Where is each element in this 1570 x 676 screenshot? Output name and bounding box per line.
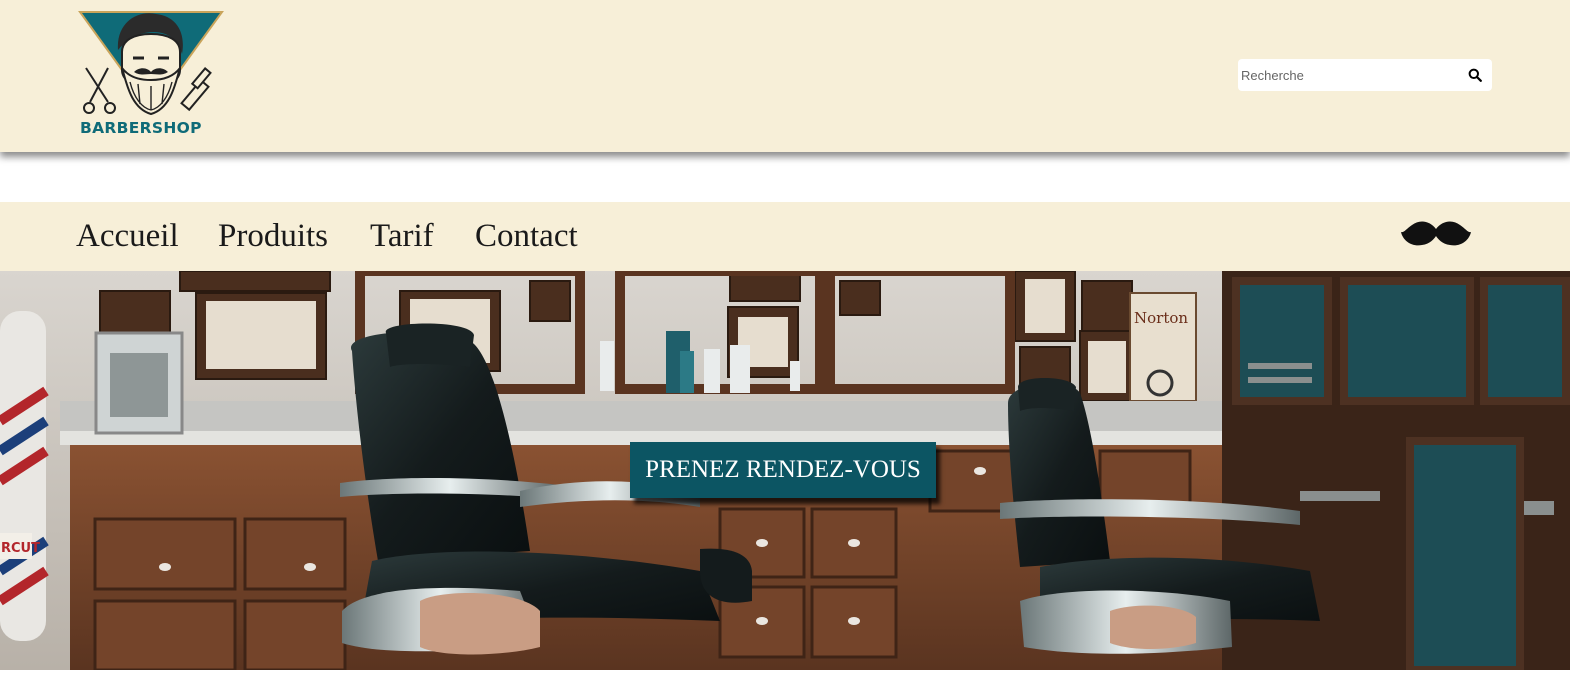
- mustache-icon: [1401, 221, 1471, 246]
- main-navigation: Accueil Produits Tarif Contact: [0, 202, 1570, 271]
- logo-text: BARBERSHOP: [80, 119, 202, 137]
- bearded-man-logo-icon: [78, 11, 224, 116]
- appointment-button[interactable]: PRENEZ RENDEZ-VOUS: [630, 442, 936, 498]
- norton-poster-text: Norton: [1134, 309, 1188, 327]
- nav-item-produits[interactable]: Produits: [218, 216, 328, 256]
- barbershop-logo[interactable]: BARBERSHOP: [78, 10, 224, 138]
- search-input[interactable]: [1238, 59, 1458, 91]
- nav-item-contact[interactable]: Contact: [475, 216, 578, 256]
- site-header: BARBERSHOP: [0, 0, 1570, 152]
- barber-pole-text: RCUT: [1, 541, 40, 556]
- nav-item-accueil[interactable]: Accueil: [76, 216, 179, 256]
- search-box: [1238, 59, 1492, 91]
- nav-item-tarif[interactable]: Tarif: [370, 216, 434, 256]
- search-icon[interactable]: [1468, 68, 1482, 82]
